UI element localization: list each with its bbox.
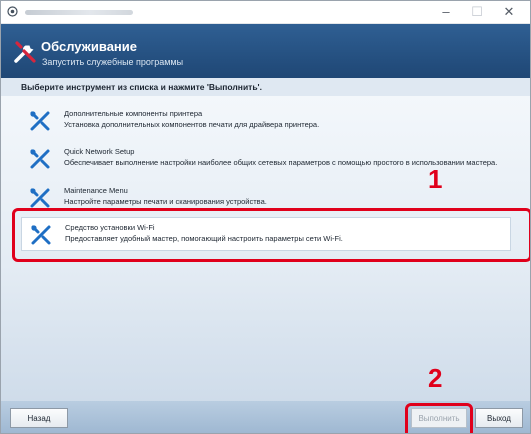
back-button[interactable]: Назад [10,408,68,428]
tool-item-printer-components[interactable]: Дополнительные компоненты принтера Устан… [21,104,511,138]
tool-name: Maintenance Menu [64,186,128,195]
page-title: Обслуживание [41,39,138,54]
callout-number-step-1: 1 [428,164,443,194]
tool-description: Настройте параметры печати и сканировани… [64,197,267,206]
tool-name: Quick Network Setup [64,147,135,156]
header-band: Обслуживание Запустить служебные програм… [1,24,530,78]
tools-icon [14,41,36,63]
app-icon [7,6,18,17]
page-subtitle: Запустить служебные программы [42,57,184,67]
maximize-button[interactable]: ☐ [462,1,492,23]
instruction-text: Выберите инструмент из списка и нажмите … [21,82,262,92]
callout-box-step-1 [12,208,530,262]
callout-number-step-2: 2 [428,363,443,393]
minimize-button[interactable]: – [431,1,461,23]
maintenance-window: – ☐ ✕ Обслуживание Запустить служебные п… [0,0,531,434]
exit-button[interactable]: Выход [475,408,523,428]
instruction-strip: Выберите инструмент из списка и нажмите … [1,78,530,96]
wrench-screwdriver-icon [30,111,50,131]
wrench-screwdriver-icon [30,188,50,208]
tool-name: Дополнительные компоненты принтера [64,109,203,118]
wrench-screwdriver-icon [30,149,50,169]
callout-box-step-2 [405,403,473,433]
window-title-redacted [25,10,133,15]
close-button[interactable]: ✕ [494,1,524,23]
title-bar: – ☐ ✕ [1,1,530,24]
tool-description: Установка дополнительных компонентов печ… [64,120,320,129]
